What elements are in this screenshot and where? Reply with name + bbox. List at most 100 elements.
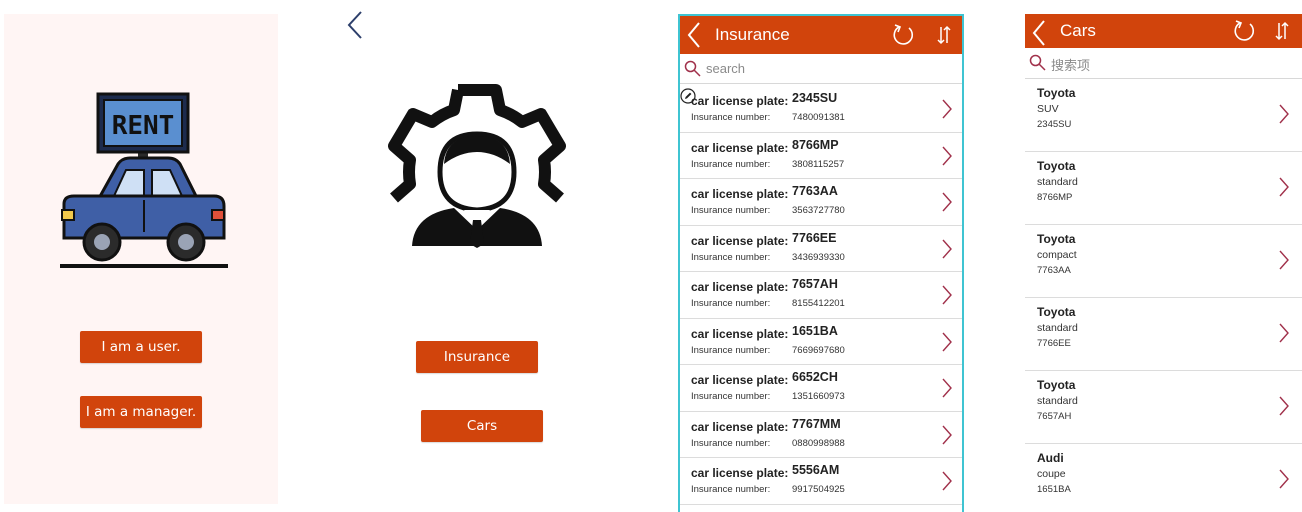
rent-car-icon: RENT (60, 92, 228, 268)
car-plate: 1651BA (1037, 484, 1071, 495)
refresh-icon[interactable] (891, 23, 915, 47)
car-brand: Toyota (1037, 305, 1076, 319)
insurance-number: 3563727780 (792, 205, 845, 216)
plate-value: 6652CH (792, 370, 838, 384)
car-brand: Toyota (1037, 86, 1076, 100)
insurance-number: 0880998988 (792, 437, 845, 449)
plate-value: 5556AM (792, 463, 840, 477)
search-input[interactable]: 搜索项 (1051, 55, 1090, 74)
list-item[interactable]: Toyota standard 7657AH (1025, 371, 1302, 444)
plate-value: 7763AA (792, 184, 838, 198)
insurance-number: 1351660973 (792, 391, 845, 402)
plate-value: 7657AH (792, 277, 838, 291)
rent-sign-text: RENT (112, 111, 175, 141)
search-icon (1029, 54, 1046, 71)
chevron-right-icon[interactable] (1279, 396, 1289, 416)
insurance-button[interactable]: Insurance (416, 341, 538, 373)
plate-label: car license plate: (691, 373, 789, 387)
list-item[interactable]: car license plate: 5556AM Insurance numb… (680, 458, 962, 505)
cars-header: Cars (1025, 14, 1302, 48)
plate-label: car license plate: (691, 280, 789, 294)
car-plate: 7763AA (1037, 265, 1071, 276)
insurance-label: Insurance number: (691, 484, 771, 495)
chevron-right-icon[interactable] (942, 425, 952, 445)
chevron-right-icon[interactable] (1279, 104, 1289, 124)
list-item[interactable]: Toyota compact 7763AA (1025, 225, 1302, 298)
refresh-icon[interactable] (1232, 19, 1256, 43)
list-item[interactable]: car license plate: 7766EE Insurance numb… (680, 226, 962, 272)
insurance-label: Insurance number: (691, 205, 771, 216)
list-item[interactable]: car license plate: 2345SU Insurance numb… (680, 86, 962, 133)
insurance-label: Insurance number: (691, 437, 771, 449)
insurance-label: Insurance number: (691, 344, 771, 356)
plate-label: car license plate: (691, 419, 789, 434)
list-item[interactable]: car license plate: 7763AA Insurance numb… (680, 179, 962, 226)
insurance-label: Insurance number: (691, 158, 771, 170)
chevron-right-icon[interactable] (942, 146, 952, 166)
search-bar[interactable]: search (680, 54, 962, 84)
cars-button[interactable]: Cars (421, 410, 543, 442)
insurance-number: 7669697680 (792, 344, 845, 356)
gear-person-icon (388, 84, 566, 248)
chevron-right-icon[interactable] (1279, 250, 1289, 270)
car-brand: Toyota (1037, 378, 1076, 392)
plate-label: car license plate: (691, 94, 789, 108)
list-item[interactable]: Toyota standard 7766EE (1025, 298, 1302, 371)
search-input[interactable]: search (706, 61, 745, 76)
sort-icon[interactable] (936, 25, 952, 45)
list-item[interactable]: car license plate: 7657AH Insurance numb… (680, 272, 962, 319)
chevron-left-icon[interactable] (1031, 19, 1047, 47)
insurance-label: Insurance number: (691, 251, 771, 263)
chevron-right-icon[interactable] (942, 332, 952, 352)
manager-button[interactable]: I am a manager. (80, 396, 202, 428)
list-item[interactable]: Toyota SUV 2345SU (1025, 79, 1302, 152)
welcome-screen: RENT I am a user. I am a manager. (4, 14, 278, 504)
list-item[interactable]: car license plate: 7767MM Insurance numb… (680, 412, 962, 458)
insurance-number: 3808115257 (792, 158, 845, 170)
car-type: standard (1037, 176, 1078, 188)
chevron-left-icon[interactable] (686, 21, 702, 49)
chevron-left-icon[interactable] (346, 10, 364, 40)
plate-value: 2345SU (792, 91, 838, 105)
plate-value: 1651BA (792, 323, 838, 338)
chevron-right-icon[interactable] (942, 285, 952, 305)
chevron-right-icon[interactable] (942, 239, 952, 259)
user-button[interactable]: I am a user. (80, 331, 202, 363)
car-type: SUV (1037, 103, 1059, 115)
chevron-right-icon[interactable] (942, 192, 952, 212)
page-title: Cars (1060, 21, 1096, 40)
search-bar[interactable]: 搜索项 (1025, 48, 1302, 79)
plate-value: 7767MM (792, 416, 841, 431)
list-item[interactable]: car license plate: 8766MP Insurance numb… (680, 133, 962, 179)
sort-icon[interactable] (1274, 21, 1290, 41)
insurance-screen: Insurance search car license plate: 2345… (678, 14, 964, 512)
page-title: Insurance (715, 25, 790, 44)
chevron-right-icon[interactable] (942, 471, 952, 491)
chevron-right-icon[interactable] (1279, 469, 1289, 489)
list-item[interactable]: Toyota standard 8766MP (1025, 152, 1302, 225)
plate-label: car license plate: (691, 326, 789, 341)
chevron-right-icon[interactable] (942, 378, 952, 398)
car-type: coupe (1037, 468, 1066, 480)
insurance-list: car license plate: 2345SU Insurance numb… (680, 86, 962, 505)
list-item[interactable]: Audi coupe 1651BA (1025, 444, 1302, 512)
insurance-label: Insurance number: (691, 112, 771, 123)
insurance-label: Insurance number: (691, 298, 771, 309)
plate-value: 7766EE (792, 230, 837, 245)
car-plate: 7766EE (1037, 338, 1071, 349)
car-brand: Audi (1037, 451, 1064, 465)
chevron-right-icon[interactable] (942, 99, 952, 119)
car-plate: 2345SU (1037, 119, 1072, 130)
insurance-number: 8155412201 (792, 298, 845, 309)
list-item[interactable]: car license plate: 6652CH Insurance numb… (680, 365, 962, 412)
search-icon (684, 60, 701, 77)
list-item[interactable]: car license plate: 1651BA Insurance numb… (680, 319, 962, 365)
car-brand: Toyota (1037, 232, 1076, 246)
cars-list: Toyota SUV 2345SU Toyota standard 8766MP… (1025, 79, 1302, 512)
chevron-right-icon[interactable] (1279, 323, 1289, 343)
car-plate: 7657AH (1037, 411, 1072, 422)
chevron-right-icon[interactable] (1279, 177, 1289, 197)
plate-label: car license plate: (691, 466, 789, 480)
plate-label: car license plate: (691, 187, 789, 201)
plate-label: car license plate: (691, 140, 789, 155)
